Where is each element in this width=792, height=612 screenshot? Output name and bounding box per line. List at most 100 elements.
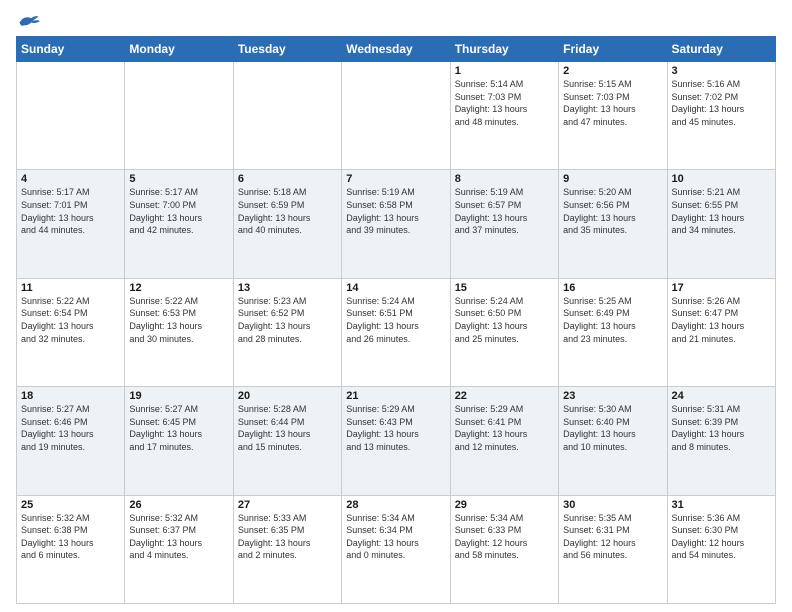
- day-number: 22: [455, 390, 554, 402]
- calendar-cell: 1Sunrise: 5:14 AM Sunset: 7:03 PM Daylig…: [450, 62, 558, 170]
- day-info: Sunrise: 5:27 AM Sunset: 6:46 PM Dayligh…: [21, 403, 120, 453]
- calendar-cell: 23Sunrise: 5:30 AM Sunset: 6:40 PM Dayli…: [559, 387, 667, 495]
- header: [16, 12, 776, 28]
- day-info: Sunrise: 5:19 AM Sunset: 6:57 PM Dayligh…: [455, 186, 554, 236]
- day-number: 10: [672, 173, 771, 185]
- calendar-cell: 16Sunrise: 5:25 AM Sunset: 6:49 PM Dayli…: [559, 278, 667, 386]
- day-number: 21: [346, 390, 445, 402]
- day-number: 15: [455, 282, 554, 294]
- logo: [16, 12, 40, 28]
- calendar-cell: [125, 62, 233, 170]
- logo-bird-icon: [18, 12, 40, 30]
- calendar-header-tuesday: Tuesday: [233, 37, 341, 62]
- day-info: Sunrise: 5:33 AM Sunset: 6:35 PM Dayligh…: [238, 512, 337, 562]
- day-info: Sunrise: 5:23 AM Sunset: 6:52 PM Dayligh…: [238, 295, 337, 345]
- day-number: 12: [129, 282, 228, 294]
- day-number: 4: [21, 173, 120, 185]
- calendar-cell: 11Sunrise: 5:22 AM Sunset: 6:54 PM Dayli…: [17, 278, 125, 386]
- calendar-cell: 14Sunrise: 5:24 AM Sunset: 6:51 PM Dayli…: [342, 278, 450, 386]
- day-number: 14: [346, 282, 445, 294]
- calendar-week-2: 4Sunrise: 5:17 AM Sunset: 7:01 PM Daylig…: [17, 170, 776, 278]
- day-number: 30: [563, 499, 662, 511]
- calendar-cell: 9Sunrise: 5:20 AM Sunset: 6:56 PM Daylig…: [559, 170, 667, 278]
- calendar-week-3: 11Sunrise: 5:22 AM Sunset: 6:54 PM Dayli…: [17, 278, 776, 386]
- day-number: 11: [21, 282, 120, 294]
- calendar-cell: 12Sunrise: 5:22 AM Sunset: 6:53 PM Dayli…: [125, 278, 233, 386]
- day-info: Sunrise: 5:32 AM Sunset: 6:38 PM Dayligh…: [21, 512, 120, 562]
- day-number: 8: [455, 173, 554, 185]
- day-info: Sunrise: 5:16 AM Sunset: 7:02 PM Dayligh…: [672, 78, 771, 128]
- day-info: Sunrise: 5:17 AM Sunset: 7:00 PM Dayligh…: [129, 186, 228, 236]
- day-number: 6: [238, 173, 337, 185]
- calendar-header-saturday: Saturday: [667, 37, 775, 62]
- day-info: Sunrise: 5:18 AM Sunset: 6:59 PM Dayligh…: [238, 186, 337, 236]
- calendar-cell: 6Sunrise: 5:18 AM Sunset: 6:59 PM Daylig…: [233, 170, 341, 278]
- calendar-cell: 15Sunrise: 5:24 AM Sunset: 6:50 PM Dayli…: [450, 278, 558, 386]
- day-number: 2: [563, 65, 662, 77]
- calendar-cell: 30Sunrise: 5:35 AM Sunset: 6:31 PM Dayli…: [559, 495, 667, 603]
- day-number: 3: [672, 65, 771, 77]
- day-info: Sunrise: 5:36 AM Sunset: 6:30 PM Dayligh…: [672, 512, 771, 562]
- day-number: 25: [21, 499, 120, 511]
- calendar-cell: 5Sunrise: 5:17 AM Sunset: 7:00 PM Daylig…: [125, 170, 233, 278]
- day-info: Sunrise: 5:24 AM Sunset: 6:51 PM Dayligh…: [346, 295, 445, 345]
- page: SundayMondayTuesdayWednesdayThursdayFrid…: [0, 0, 792, 612]
- day-number: 13: [238, 282, 337, 294]
- day-info: Sunrise: 5:26 AM Sunset: 6:47 PM Dayligh…: [672, 295, 771, 345]
- calendar-week-1: 1Sunrise: 5:14 AM Sunset: 7:03 PM Daylig…: [17, 62, 776, 170]
- calendar-cell: [233, 62, 341, 170]
- calendar-cell: 18Sunrise: 5:27 AM Sunset: 6:46 PM Dayli…: [17, 387, 125, 495]
- calendar-cell: 22Sunrise: 5:29 AM Sunset: 6:41 PM Dayli…: [450, 387, 558, 495]
- day-number: 7: [346, 173, 445, 185]
- calendar-header-monday: Monday: [125, 37, 233, 62]
- calendar-cell: 24Sunrise: 5:31 AM Sunset: 6:39 PM Dayli…: [667, 387, 775, 495]
- calendar-cell: 3Sunrise: 5:16 AM Sunset: 7:02 PM Daylig…: [667, 62, 775, 170]
- day-info: Sunrise: 5:34 AM Sunset: 6:34 PM Dayligh…: [346, 512, 445, 562]
- day-number: 9: [563, 173, 662, 185]
- day-info: Sunrise: 5:27 AM Sunset: 6:45 PM Dayligh…: [129, 403, 228, 453]
- calendar-header-thursday: Thursday: [450, 37, 558, 62]
- logo-text: [16, 12, 40, 30]
- calendar-cell: 28Sunrise: 5:34 AM Sunset: 6:34 PM Dayli…: [342, 495, 450, 603]
- calendar-cell: 26Sunrise: 5:32 AM Sunset: 6:37 PM Dayli…: [125, 495, 233, 603]
- calendar-week-5: 25Sunrise: 5:32 AM Sunset: 6:38 PM Dayli…: [17, 495, 776, 603]
- calendar-week-4: 18Sunrise: 5:27 AM Sunset: 6:46 PM Dayli…: [17, 387, 776, 495]
- day-number: 23: [563, 390, 662, 402]
- calendar-cell: 27Sunrise: 5:33 AM Sunset: 6:35 PM Dayli…: [233, 495, 341, 603]
- day-number: 1: [455, 65, 554, 77]
- day-info: Sunrise: 5:29 AM Sunset: 6:41 PM Dayligh…: [455, 403, 554, 453]
- day-info: Sunrise: 5:28 AM Sunset: 6:44 PM Dayligh…: [238, 403, 337, 453]
- calendar-header-row: SundayMondayTuesdayWednesdayThursdayFrid…: [17, 37, 776, 62]
- calendar-header-wednesday: Wednesday: [342, 37, 450, 62]
- calendar-cell: 31Sunrise: 5:36 AM Sunset: 6:30 PM Dayli…: [667, 495, 775, 603]
- calendar-table: SundayMondayTuesdayWednesdayThursdayFrid…: [16, 36, 776, 604]
- day-info: Sunrise: 5:21 AM Sunset: 6:55 PM Dayligh…: [672, 186, 771, 236]
- day-info: Sunrise: 5:17 AM Sunset: 7:01 PM Dayligh…: [21, 186, 120, 236]
- day-number: 18: [21, 390, 120, 402]
- day-info: Sunrise: 5:19 AM Sunset: 6:58 PM Dayligh…: [346, 186, 445, 236]
- calendar-cell: 17Sunrise: 5:26 AM Sunset: 6:47 PM Dayli…: [667, 278, 775, 386]
- day-number: 17: [672, 282, 771, 294]
- calendar-cell: 8Sunrise: 5:19 AM Sunset: 6:57 PM Daylig…: [450, 170, 558, 278]
- calendar-cell: [342, 62, 450, 170]
- day-info: Sunrise: 5:30 AM Sunset: 6:40 PM Dayligh…: [563, 403, 662, 453]
- calendar-cell: 20Sunrise: 5:28 AM Sunset: 6:44 PM Dayli…: [233, 387, 341, 495]
- calendar-cell: 7Sunrise: 5:19 AM Sunset: 6:58 PM Daylig…: [342, 170, 450, 278]
- calendar-header-sunday: Sunday: [17, 37, 125, 62]
- calendar-cell: 4Sunrise: 5:17 AM Sunset: 7:01 PM Daylig…: [17, 170, 125, 278]
- day-info: Sunrise: 5:35 AM Sunset: 6:31 PM Dayligh…: [563, 512, 662, 562]
- day-number: 29: [455, 499, 554, 511]
- day-info: Sunrise: 5:14 AM Sunset: 7:03 PM Dayligh…: [455, 78, 554, 128]
- day-number: 28: [346, 499, 445, 511]
- calendar-cell: 25Sunrise: 5:32 AM Sunset: 6:38 PM Dayli…: [17, 495, 125, 603]
- calendar-header-friday: Friday: [559, 37, 667, 62]
- day-info: Sunrise: 5:22 AM Sunset: 6:54 PM Dayligh…: [21, 295, 120, 345]
- day-number: 20: [238, 390, 337, 402]
- day-info: Sunrise: 5:22 AM Sunset: 6:53 PM Dayligh…: [129, 295, 228, 345]
- day-info: Sunrise: 5:25 AM Sunset: 6:49 PM Dayligh…: [563, 295, 662, 345]
- day-info: Sunrise: 5:34 AM Sunset: 6:33 PM Dayligh…: [455, 512, 554, 562]
- calendar-cell: [17, 62, 125, 170]
- day-number: 5: [129, 173, 228, 185]
- day-info: Sunrise: 5:29 AM Sunset: 6:43 PM Dayligh…: [346, 403, 445, 453]
- calendar-cell: 13Sunrise: 5:23 AM Sunset: 6:52 PM Dayli…: [233, 278, 341, 386]
